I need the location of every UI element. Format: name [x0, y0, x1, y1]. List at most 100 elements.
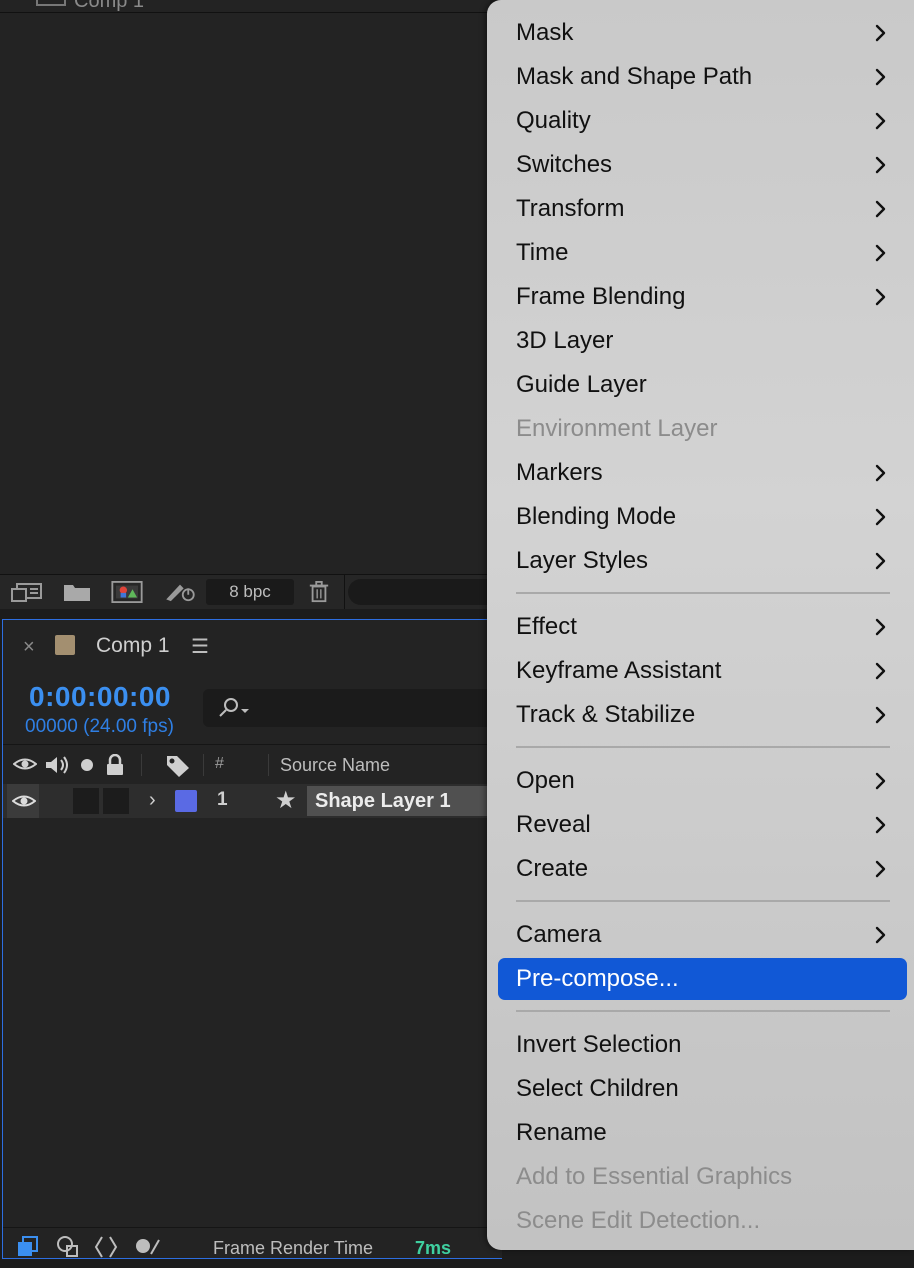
menu-item-label: Environment Layer [516, 415, 718, 442]
menu-item-reveal[interactable]: Reveal [498, 804, 907, 846]
menu-separator [516, 1010, 890, 1012]
menu-item-label: Open [516, 767, 575, 794]
render-queue-icon[interactable] [162, 581, 198, 603]
panel-menu-icon[interactable]: ☰ [191, 634, 209, 659]
current-time-display[interactable]: 0:00:00:00 [29, 681, 171, 713]
chevron-right-icon [871, 926, 889, 944]
chevron-right-icon [871, 156, 889, 174]
chevron-right-icon [871, 618, 889, 636]
layer-column-header: # Source Name [3, 744, 502, 786]
trash-icon[interactable] [308, 581, 330, 603]
lock-switch[interactable] [103, 788, 129, 814]
layer-row[interactable]: › 1 ★ Shape Layer 1 [3, 784, 515, 818]
folder-icon[interactable] [62, 581, 92, 603]
bit-depth-button[interactable]: 8 bpc [206, 579, 294, 605]
menu-item-markers[interactable]: Markers [498, 452, 907, 494]
video-eye-icon[interactable] [13, 754, 37, 774]
menu-item-guide-layer[interactable]: Guide Layer [498, 364, 907, 406]
menu-item-environment-layer: Environment Layer [498, 408, 907, 450]
menu-item-label: Mask [516, 19, 574, 46]
menu-item-label: Quality [516, 107, 591, 134]
menu-item-label: Guide Layer [516, 371, 647, 398]
layer-number-column[interactable]: # [215, 755, 224, 773]
menu-item-quality[interactable]: Quality [498, 100, 907, 142]
layer-switches-icon[interactable] [15, 1234, 41, 1260]
lock-icon[interactable] [105, 754, 125, 776]
audio-speaker-icon[interactable] [43, 754, 71, 776]
menu-item-mask[interactable]: Mask [498, 12, 907, 54]
in-out-icon[interactable] [93, 1234, 119, 1260]
menu-item-label: Frame Blending [516, 283, 686, 310]
expand-chevron-icon[interactable]: › [149, 789, 156, 812]
menu-item-keyframe-assistant[interactable]: Keyframe Assistant [498, 650, 907, 692]
menu-item-layer-styles[interactable]: Layer Styles [498, 540, 907, 582]
transfer-controls-icon[interactable] [55, 1234, 81, 1260]
menu-item-label: Track & Stabilize [516, 701, 696, 728]
solo-dot-icon[interactable] [79, 754, 95, 774]
source-name-column[interactable]: Source Name [280, 755, 390, 776]
menu-item-3d-layer[interactable]: 3D Layer [498, 320, 907, 362]
panel-divider [344, 575, 345, 609]
layer-search-field[interactable] [203, 689, 503, 727]
menu-item-label: Rename [516, 1119, 607, 1146]
menu-item-pre-compose[interactable]: Pre-compose... [498, 958, 907, 1000]
chevron-right-icon [871, 200, 889, 218]
layer-label-color[interactable] [175, 790, 197, 812]
frame-rate-display: 00000 (24.00 fps) [25, 716, 174, 737]
project-footer: 8 bpc [0, 574, 508, 609]
project-item-title[interactable]: Comp 1 [74, 0, 144, 12]
layer-visibility-toggle[interactable] [7, 784, 39, 818]
timeline-tab-title[interactable]: Comp 1 [96, 634, 170, 658]
menu-separator [516, 592, 890, 594]
frame-render-time-label[interactable]: Frame Render Time [213, 1238, 373, 1259]
menu-item-transform[interactable]: Transform [498, 188, 907, 230]
chevron-right-icon [871, 508, 889, 526]
menu-item-label: Blending Mode [516, 503, 677, 530]
chevron-right-icon [871, 288, 889, 306]
timeline-tab[interactable]: × Comp 1 ☰ [3, 620, 502, 676]
search-icon [219, 698, 249, 717]
close-icon[interactable]: × [23, 636, 35, 659]
new-composition-icon[interactable] [110, 581, 144, 603]
eye-icon [12, 795, 36, 807]
label-tag-icon[interactable] [165, 754, 191, 778]
menu-item-select-children[interactable]: Select Children [498, 1068, 907, 1110]
menu-item-time[interactable]: Time [498, 232, 907, 274]
interpret-footage-icon[interactable] [10, 581, 44, 603]
composition-icon [36, 0, 66, 6]
chevron-right-icon [871, 552, 889, 570]
menu-item-frame-blending[interactable]: Frame Blending [498, 276, 907, 318]
chevron-right-icon [871, 68, 889, 86]
chevron-right-icon [871, 244, 889, 262]
menu-item-track-stabilize[interactable]: Track & Stabilize [498, 694, 907, 736]
solo-switch[interactable] [73, 788, 99, 814]
menu-item-rename[interactable]: Rename [498, 1112, 907, 1154]
layer-name[interactable]: Shape Layer 1 [307, 786, 515, 816]
project-search-field[interactable] [348, 579, 508, 605]
render-time-icon[interactable] [133, 1234, 161, 1260]
menu-item-camera[interactable]: Camera [498, 914, 907, 956]
menu-item-label: Create [516, 855, 589, 882]
menu-item-label: Transform [516, 195, 625, 222]
menu-item-label: Effect [516, 613, 577, 640]
menu-item-label: Camera [516, 921, 602, 948]
menu-item-mask-and-shape-path[interactable]: Mask and Shape Path [498, 56, 907, 98]
layer-number: 1 [217, 789, 228, 810]
menu-item-label: Pre-compose... [516, 965, 679, 992]
frame-render-time-value: 7ms [415, 1238, 452, 1258]
menu-item-label: Reveal [516, 811, 591, 838]
project-header: Comp 1 [0, 0, 490, 13]
timeline-panel: × Comp 1 ☰ 0:00:00:00 00000 (24.00 fps) [2, 619, 515, 1259]
menu-item-label: Invert Selection [516, 1031, 682, 1058]
menu-item-blending-mode[interactable]: Blending Mode [498, 496, 907, 538]
menu-item-invert-selection[interactable]: Invert Selection [498, 1024, 907, 1066]
menu-item-label: 3D Layer [516, 327, 614, 354]
menu-item-open[interactable]: Open [498, 760, 907, 802]
menu-item-switches[interactable]: Switches [498, 144, 907, 186]
timeline-footer: Frame Render Time 7ms [3, 1227, 502, 1268]
chevron-right-icon [871, 860, 889, 878]
menu-item-create[interactable]: Create [498, 848, 907, 890]
chevron-right-icon [871, 464, 889, 482]
menu-separator [516, 746, 890, 748]
menu-item-effect[interactable]: Effect [498, 606, 907, 648]
